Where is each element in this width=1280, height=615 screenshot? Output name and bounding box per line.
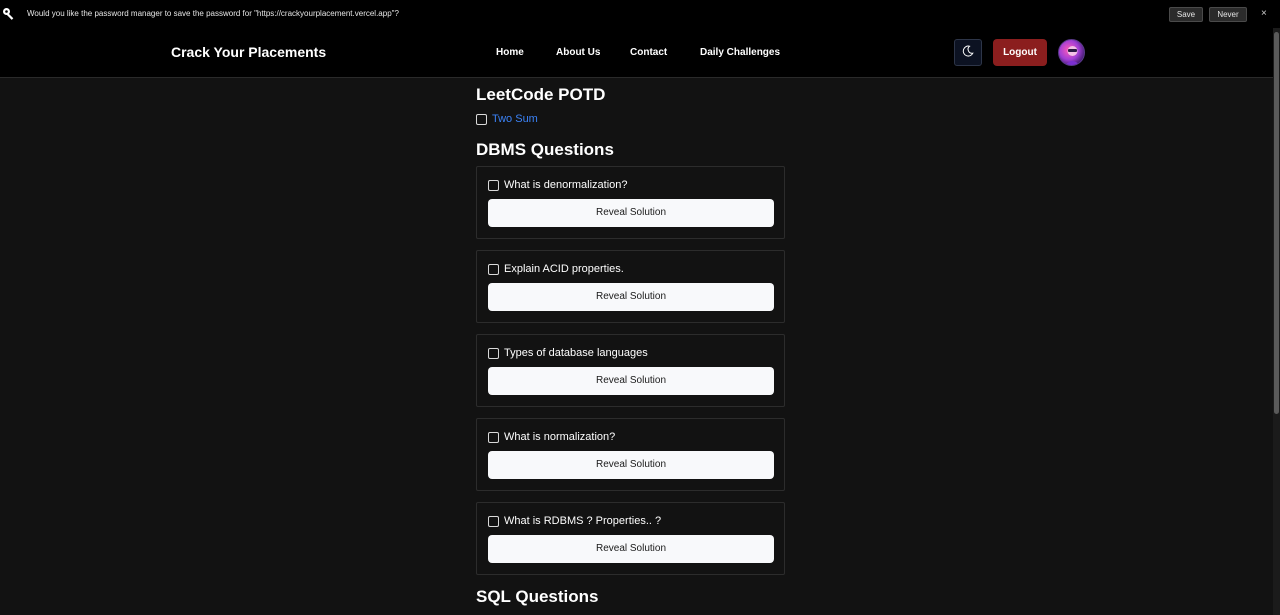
key-icon bbox=[2, 7, 16, 21]
close-icon[interactable]: × bbox=[1261, 8, 1267, 19]
potd-problem-link[interactable]: Two Sum bbox=[492, 113, 538, 125]
navbar: Crack Your Placements Home About Us Cont… bbox=[0, 28, 1273, 78]
question-card: What is normalization? Reveal Solution bbox=[476, 418, 785, 491]
theme-toggle-button[interactable] bbox=[954, 39, 982, 66]
question-text: What is RDBMS ? Properties.. ? bbox=[504, 515, 662, 527]
question-row: Explain ACID properties. bbox=[488, 263, 624, 275]
brand-logo[interactable]: Crack Your Placements bbox=[171, 44, 326, 60]
save-password-button[interactable]: Save bbox=[1169, 7, 1203, 22]
scrollbar-thumb[interactable] bbox=[1274, 32, 1279, 414]
question-text: What is normalization? bbox=[504, 431, 616, 443]
question-card: What is RDBMS ? Properties.. ? Reveal So… bbox=[476, 502, 785, 575]
question-row: What is normalization? bbox=[488, 431, 615, 443]
question-card: Types of database languages Reveal Solut… bbox=[476, 334, 785, 407]
potd-heading: LeetCode POTD bbox=[476, 85, 606, 104]
logout-button[interactable]: Logout bbox=[993, 39, 1047, 66]
nav-link-home[interactable]: Home bbox=[496, 47, 524, 58]
nav-link-contact[interactable]: Contact bbox=[630, 47, 667, 58]
question-checkbox[interactable] bbox=[488, 179, 499, 191]
question-text: Types of database languages bbox=[504, 347, 648, 359]
dbms-heading: DBMS Questions bbox=[476, 140, 614, 159]
question-row: Types of database languages bbox=[488, 347, 648, 359]
reveal-solution-button[interactable]: Reveal Solution bbox=[488, 283, 774, 311]
question-card: What is denormalization? Reveal Solution bbox=[476, 166, 785, 239]
question-row: What is RDBMS ? Properties.. ? bbox=[488, 515, 661, 527]
question-text: Explain ACID properties. bbox=[504, 263, 624, 275]
nav-link-daily-challenges[interactable]: Daily Challenges bbox=[700, 47, 780, 58]
avatar[interactable] bbox=[1058, 39, 1085, 66]
question-text: What is denormalization? bbox=[504, 179, 628, 191]
question-checkbox[interactable] bbox=[488, 263, 499, 275]
reveal-solution-button[interactable]: Reveal Solution bbox=[488, 535, 774, 563]
never-save-button[interactable]: Never bbox=[1209, 7, 1247, 22]
password-save-bar: Would you like the password manager to s… bbox=[0, 0, 1280, 28]
reveal-solution-button[interactable]: Reveal Solution bbox=[488, 451, 774, 479]
question-checkbox[interactable] bbox=[488, 515, 499, 527]
reveal-solution-button[interactable]: Reveal Solution bbox=[488, 367, 774, 395]
potd-item: Two Sum bbox=[476, 113, 538, 125]
question-row: What is denormalization? bbox=[488, 179, 628, 191]
potd-checkbox[interactable] bbox=[476, 113, 487, 125]
sql-heading: SQL Questions bbox=[476, 587, 599, 606]
question-card: Explain ACID properties. Reveal Solution bbox=[476, 250, 785, 323]
nav-link-about-us[interactable]: About Us bbox=[556, 47, 600, 58]
moon-icon bbox=[962, 44, 974, 62]
password-save-message: Would you like the password manager to s… bbox=[27, 9, 399, 18]
question-checkbox[interactable] bbox=[488, 431, 499, 443]
page-scrollbar[interactable] bbox=[1273, 28, 1280, 615]
question-checkbox[interactable] bbox=[488, 347, 499, 359]
reveal-solution-button[interactable]: Reveal Solution bbox=[488, 199, 774, 227]
